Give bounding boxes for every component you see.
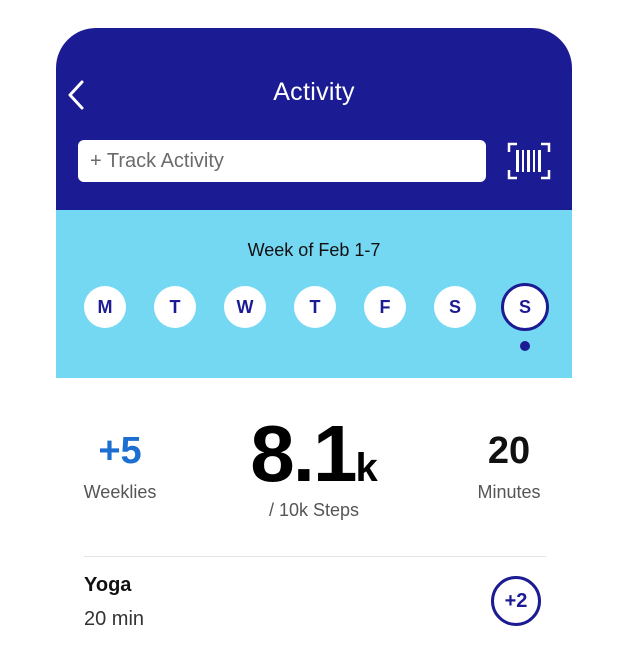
- track-activity-input[interactable]: [78, 140, 486, 182]
- day-tuesday[interactable]: T: [154, 286, 196, 328]
- activity-indicator-dot: [520, 341, 530, 351]
- weeklies-value: +5: [98, 430, 142, 472]
- activity-log-item[interactable]: Yoga 20 min +2: [56, 558, 572, 668]
- stats-summary: +5 Weeklies 8.1k / 10k Steps 20 Minutes: [56, 378, 572, 558]
- activity-duration: 20 min: [84, 608, 145, 630]
- steps-goal: / 10k Steps: [268, 500, 360, 520]
- steps-unit: k: [355, 446, 378, 490]
- minutes-value: 20: [487, 430, 531, 472]
- activity-name: Yoga: [84, 574, 132, 596]
- day-thursday[interactable]: T: [294, 286, 336, 328]
- week-selector: Week of Feb 1-7 M T W T F S S: [56, 210, 572, 378]
- header: Activity: [56, 28, 572, 210]
- day-saturday[interactable]: S: [434, 286, 476, 328]
- day-monday[interactable]: M: [84, 286, 126, 328]
- steps-count: 8.1k: [184, 408, 444, 500]
- day-friday[interactable]: F: [364, 286, 406, 328]
- minutes-label: Minutes: [477, 482, 541, 502]
- barcode-scan-icon: [507, 142, 551, 180]
- scan-button[interactable]: [507, 142, 551, 180]
- divider: [84, 556, 546, 557]
- page-title: Activity: [273, 78, 355, 106]
- day-wednesday[interactable]: W: [224, 286, 266, 328]
- week-label: Week of Feb 1-7: [247, 240, 381, 260]
- day-sunday-selected[interactable]: S: [501, 283, 549, 331]
- points-badge: +2: [491, 576, 541, 626]
- steps-value: 8.1: [250, 409, 357, 498]
- app-screen: Activity Week of Feb 1-: [56, 28, 572, 668]
- weeklies-label: Weeklies: [83, 482, 157, 502]
